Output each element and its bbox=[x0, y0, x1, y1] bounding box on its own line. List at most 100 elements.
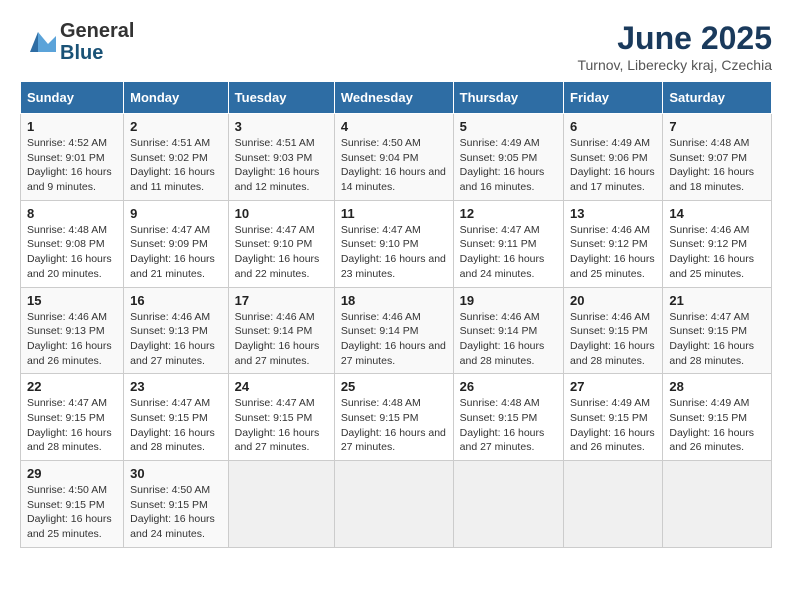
logo-text: General Blue bbox=[60, 20, 134, 64]
calendar-cell: 16Sunrise: 4:46 AMSunset: 9:13 PMDayligh… bbox=[124, 287, 229, 374]
page-header: General Blue June 2025 Turnov, Liberecky… bbox=[20, 20, 772, 73]
day-info: Sunrise: 4:49 AMSunset: 9:05 PMDaylight:… bbox=[460, 137, 545, 193]
calendar-cell: 19Sunrise: 4:46 AMSunset: 9:14 PMDayligh… bbox=[453, 287, 563, 374]
calendar-cell: 22Sunrise: 4:47 AMSunset: 9:15 PMDayligh… bbox=[21, 374, 124, 461]
calendar-cell: 12 Sunrise: 4:47 AMSunset: 9:11 PMDayligh… bbox=[453, 200, 563, 287]
day-number: 11 bbox=[341, 206, 447, 221]
day-info: Sunrise: 4:46 AMSunset: 9:12 PMDaylight:… bbox=[669, 224, 754, 280]
col-header-monday: Monday bbox=[124, 82, 229, 114]
day-number: 10 bbox=[235, 206, 328, 221]
col-header-thursday: Thursday bbox=[453, 82, 563, 114]
day-number: 28 bbox=[669, 379, 765, 394]
calendar-week-row: 8 Sunrise: 4:48 AMSunset: 9:08 PMDaylight… bbox=[21, 200, 772, 287]
calendar-cell bbox=[453, 461, 563, 548]
day-number: 17 bbox=[235, 293, 328, 308]
calendar-cell: 8 Sunrise: 4:48 AMSunset: 9:08 PMDaylight… bbox=[21, 200, 124, 287]
calendar-cell: 28 Sunrise: 4:49 AMSunset: 9:15 PMDayligh… bbox=[663, 374, 772, 461]
calendar-cell: 29 Sunrise: 4:50 AMSunset: 9:15 PMDayligh… bbox=[21, 461, 124, 548]
day-number: 2 bbox=[130, 119, 222, 134]
calendar-header-row: SundayMondayTuesdayWednesdayThursdayFrid… bbox=[21, 82, 772, 114]
col-header-saturday: Saturday bbox=[663, 82, 772, 114]
calendar-week-row: 15 Sunrise: 4:46 AMSunset: 9:13 PMDayligh… bbox=[21, 287, 772, 374]
day-info: Sunrise: 4:47 AMSunset: 9:15 PMDaylight:… bbox=[27, 397, 112, 453]
day-number: 12 bbox=[460, 206, 557, 221]
day-info: Sunrise: 4:51 AMSunset: 9:03 PMDaylight:… bbox=[235, 137, 320, 193]
col-header-friday: Friday bbox=[564, 82, 663, 114]
day-number: 23 bbox=[130, 379, 222, 394]
day-info: Sunrise: 4:46 AMSunset: 9:14 PMDaylight:… bbox=[341, 311, 446, 367]
day-info: Sunrise: 4:51 AMSunset: 9:02 PMDaylight:… bbox=[130, 137, 215, 193]
calendar-cell: 25 Sunrise: 4:48 AMSunset: 9:15 PMDayligh… bbox=[334, 374, 453, 461]
day-number: 30 bbox=[130, 466, 222, 481]
day-info: Sunrise: 4:48 AMSunset: 9:08 PMDaylight:… bbox=[27, 224, 112, 280]
day-info: Sunrise: 4:47 AMSunset: 9:15 PMDaylight:… bbox=[235, 397, 320, 453]
day-number: 18 bbox=[341, 293, 447, 308]
day-info: Sunrise: 4:49 AMSunset: 9:06 PMDaylight:… bbox=[570, 137, 655, 193]
day-info: Sunrise: 4:46 AMSunset: 9:15 PMDaylight:… bbox=[570, 311, 655, 367]
calendar-cell bbox=[228, 461, 334, 548]
calendar-cell: 3 Sunrise: 4:51 AMSunset: 9:03 PMDaylight… bbox=[228, 114, 334, 201]
day-number: 8 bbox=[27, 206, 117, 221]
logo-icon bbox=[20, 24, 56, 60]
calendar-cell: 5 Sunrise: 4:49 AMSunset: 9:05 PMDaylight… bbox=[453, 114, 563, 201]
day-number: 21 bbox=[669, 293, 765, 308]
col-header-tuesday: Tuesday bbox=[228, 82, 334, 114]
day-info: Sunrise: 4:47 AMSunset: 9:11 PMDaylight:… bbox=[460, 224, 545, 280]
calendar-cell: 20 Sunrise: 4:46 AMSunset: 9:15 PMDayligh… bbox=[564, 287, 663, 374]
logo-blue: Blue bbox=[60, 42, 134, 64]
col-header-sunday: Sunday bbox=[21, 82, 124, 114]
day-info: Sunrise: 4:47 AMSunset: 9:10 PMDaylight:… bbox=[235, 224, 320, 280]
day-info: Sunrise: 4:46 AMSunset: 9:13 PMDaylight:… bbox=[130, 311, 215, 367]
day-info: Sunrise: 4:48 AMSunset: 9:15 PMDaylight:… bbox=[460, 397, 545, 453]
calendar-cell: 18 Sunrise: 4:46 AMSunset: 9:14 PMDayligh… bbox=[334, 287, 453, 374]
day-number: 15 bbox=[27, 293, 117, 308]
day-number: 9 bbox=[130, 206, 222, 221]
calendar-cell bbox=[334, 461, 453, 548]
day-number: 26 bbox=[460, 379, 557, 394]
day-info: Sunrise: 4:48 AMSunset: 9:15 PMDaylight:… bbox=[341, 397, 446, 453]
day-number: 27 bbox=[570, 379, 656, 394]
day-number: 29 bbox=[27, 466, 117, 481]
calendar-title: June 2025 bbox=[577, 20, 772, 57]
day-info: Sunrise: 4:48 AMSunset: 9:07 PMDaylight:… bbox=[669, 137, 754, 193]
calendar-week-row: 22Sunrise: 4:47 AMSunset: 9:15 PMDayligh… bbox=[21, 374, 772, 461]
day-number: 7 bbox=[669, 119, 765, 134]
day-number: 5 bbox=[460, 119, 557, 134]
calendar-cell: 9 Sunrise: 4:47 AMSunset: 9:09 PMDaylight… bbox=[124, 200, 229, 287]
day-info: Sunrise: 4:47 AMSunset: 9:09 PMDaylight:… bbox=[130, 224, 215, 280]
calendar-cell: 4Sunrise: 4:50 AMSunset: 9:04 PMDaylight… bbox=[334, 114, 453, 201]
calendar-cell: 30 Sunrise: 4:50 AMSunset: 9:15 PMDayligh… bbox=[124, 461, 229, 548]
day-info: Sunrise: 4:46 AMSunset: 9:12 PMDaylight:… bbox=[570, 224, 655, 280]
calendar-cell: 6 Sunrise: 4:49 AMSunset: 9:06 PMDaylight… bbox=[564, 114, 663, 201]
logo: General Blue bbox=[20, 20, 134, 64]
day-info: Sunrise: 4:46 AMSunset: 9:14 PMDaylight:… bbox=[235, 311, 320, 367]
day-number: 13 bbox=[570, 206, 656, 221]
calendar-cell: 17 Sunrise: 4:46 AMSunset: 9:14 PMDayligh… bbox=[228, 287, 334, 374]
day-number: 25 bbox=[341, 379, 447, 394]
day-number: 20 bbox=[570, 293, 656, 308]
calendar-cell: 1 Sunrise: 4:52 AMSunset: 9:01 PMDaylight… bbox=[21, 114, 124, 201]
calendar-cell bbox=[663, 461, 772, 548]
day-number: 19 bbox=[460, 293, 557, 308]
logo-general: General bbox=[60, 20, 134, 42]
calendar-cell: 2 Sunrise: 4:51 AMSunset: 9:02 PMDaylight… bbox=[124, 114, 229, 201]
day-info: Sunrise: 4:52 AMSunset: 9:01 PMDaylight:… bbox=[27, 137, 112, 193]
day-info: Sunrise: 4:50 AMSunset: 9:15 PMDaylight:… bbox=[27, 484, 112, 540]
calendar-cell: 14Sunrise: 4:46 AMSunset: 9:12 PMDayligh… bbox=[663, 200, 772, 287]
calendar-cell: 24 Sunrise: 4:47 AMSunset: 9:15 PMDayligh… bbox=[228, 374, 334, 461]
calendar-cell: 23Sunrise: 4:47 AMSunset: 9:15 PMDayligh… bbox=[124, 374, 229, 461]
day-number: 6 bbox=[570, 119, 656, 134]
day-info: Sunrise: 4:50 AMSunset: 9:15 PMDaylight:… bbox=[130, 484, 215, 540]
day-number: 24 bbox=[235, 379, 328, 394]
day-number: 3 bbox=[235, 119, 328, 134]
calendar-table: SundayMondayTuesdayWednesdayThursdayFrid… bbox=[20, 81, 772, 548]
day-info: Sunrise: 4:50 AMSunset: 9:04 PMDaylight:… bbox=[341, 137, 446, 193]
day-number: 1 bbox=[27, 119, 117, 134]
day-info: Sunrise: 4:47 AMSunset: 9:10 PMDaylight:… bbox=[341, 224, 446, 280]
day-info: Sunrise: 4:49 AMSunset: 9:15 PMDaylight:… bbox=[669, 397, 754, 453]
calendar-cell bbox=[564, 461, 663, 548]
day-info: Sunrise: 4:46 AMSunset: 9:13 PMDaylight:… bbox=[27, 311, 112, 367]
calendar-cell: 15 Sunrise: 4:46 AMSunset: 9:13 PMDayligh… bbox=[21, 287, 124, 374]
calendar-cell: 26 Sunrise: 4:48 AMSunset: 9:15 PMDayligh… bbox=[453, 374, 563, 461]
calendar-cell: 11 Sunrise: 4:47 AMSunset: 9:10 PMDayligh… bbox=[334, 200, 453, 287]
